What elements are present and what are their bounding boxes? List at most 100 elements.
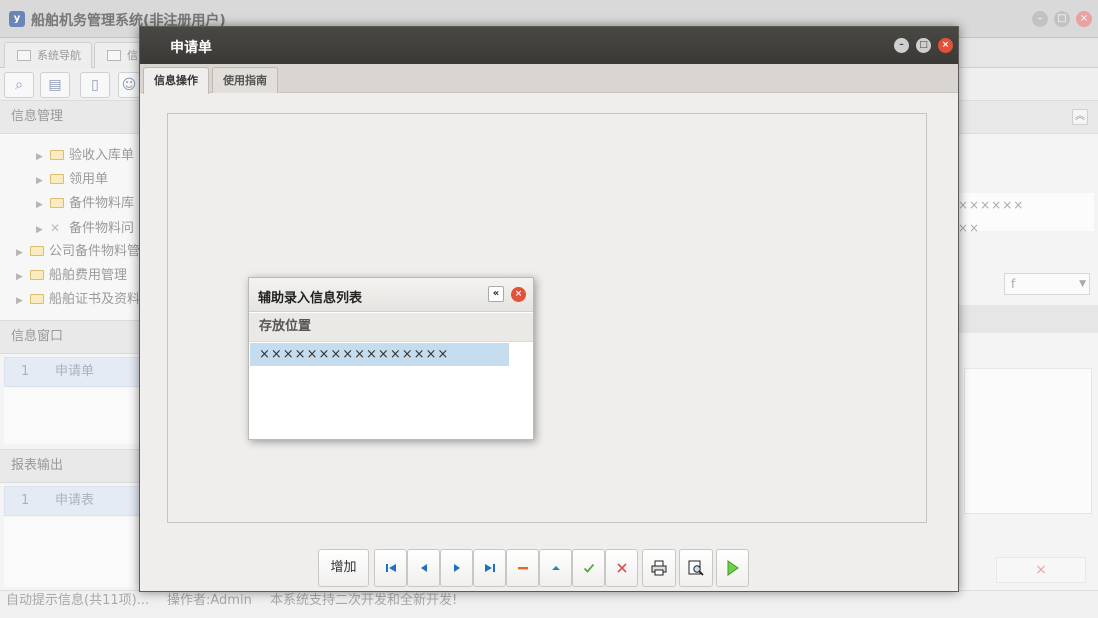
maximize-icon[interactable]: □ <box>916 38 931 53</box>
next-record-icon <box>453 563 460 572</box>
print-button[interactable] <box>642 549 676 587</box>
cancel-button[interactable] <box>605 549 638 587</box>
previous-record-button[interactable] <box>407 549 440 587</box>
status-bar: 自动提示信息(共11项)... 操作者:Admin 本系统支持二次开发和全新开发… <box>0 590 1098 618</box>
assist-input-popup: 辅助录入信息列表 « × 存放位置 ×××××××××××××××× <box>248 277 534 440</box>
tree-item-spare-parts-stock[interactable]: ▶ 备件物料库 <box>36 194 134 214</box>
status-hint[interactable]: 自动提示信息(共11项)... <box>6 591 149 611</box>
close-icon[interactable]: × <box>1076 11 1092 27</box>
popup-header[interactable]: 辅助录入信息列表 « × <box>249 278 533 312</box>
print-icon <box>651 560 667 575</box>
panel-header-info-management[interactable]: 信息管理 <box>0 100 140 134</box>
folder-icon <box>30 246 44 256</box>
cancel-icon <box>616 562 627 573</box>
right-panel-header: ︽ <box>958 100 1098 134</box>
dialog-title-bar[interactable]: 申请单 – □ × <box>140 27 958 64</box>
right-content-box <box>964 368 1092 514</box>
masked-text: ×××××× <box>958 198 1025 212</box>
first-record-button[interactable] <box>374 549 407 587</box>
expand-arrow-icon: ▶ <box>16 296 23 306</box>
minimize-icon[interactable]: – <box>894 38 909 53</box>
row-number: 1 <box>21 493 30 508</box>
tree-item-company-spare-parts[interactable]: ▶ 公司备件物料管 <box>16 242 140 262</box>
next-record-button[interactable] <box>440 549 473 587</box>
list-item[interactable]: 1 申请单 <box>4 357 140 387</box>
run-button[interactable] <box>716 549 749 587</box>
minimize-icon[interactable]: – <box>1032 11 1048 27</box>
dialog-tab-bar: 信息操作 使用指南 <box>140 64 958 94</box>
panel-header-report-output[interactable]: 报表输出 <box>0 449 140 483</box>
panel-header-info-window[interactable]: 信息窗口 <box>0 320 140 354</box>
folder-icon <box>30 270 44 280</box>
document-icon[interactable]: ▯ <box>80 72 110 98</box>
tab-label: 信 <box>127 49 138 62</box>
tab-label: 系统导航 <box>37 49 81 62</box>
list-blank-area <box>4 517 140 587</box>
tab-user-guide[interactable]: 使用指南 <box>212 67 278 93</box>
run-icon <box>727 559 739 576</box>
tab-info-operation[interactable]: 信息操作 <box>143 67 209 94</box>
tree-item-label: 验收入库单 <box>69 148 135 163</box>
tree-item-ship-expenses[interactable]: ▶ 船舶费用管理 <box>16 266 127 286</box>
status-notice: 本系统支持二次开发和全新开发! <box>270 593 458 608</box>
tree-item-label: 备件物料问 <box>69 221 135 236</box>
folder-icon <box>50 150 64 160</box>
row-name: 申请表 <box>55 493 95 508</box>
last-record-icon <box>484 563 495 572</box>
first-record-icon <box>385 563 396 572</box>
tree-item-spare-parts-query[interactable]: ▶ ✕ 备件物料问 <box>36 218 134 238</box>
tree-item-label: 领用单 <box>69 172 109 187</box>
users-icon[interactable]: ☺ <box>118 72 140 98</box>
list-icon[interactable]: ▤ <box>40 72 70 98</box>
folder-icon <box>50 198 64 208</box>
close-icon[interactable]: × <box>511 287 526 302</box>
masked-text: ×× <box>958 221 981 235</box>
previous-record-icon <box>420 563 427 572</box>
tree-item-acceptance[interactable]: ▶ 验收入库单 <box>36 146 134 166</box>
delete-icon <box>517 566 528 569</box>
right-header-strip <box>958 305 1098 333</box>
right-select[interactable]: f ▼ <box>1004 273 1090 295</box>
app-logo-icon: y <box>9 11 25 27</box>
delete-button[interactable] <box>506 549 539 587</box>
right-cancel-button[interactable]: × <box>996 557 1086 583</box>
row-name: 申请单 <box>55 364 95 379</box>
move-up-button[interactable] <box>539 549 572 587</box>
expand-arrow-icon: ▶ <box>16 248 23 258</box>
print-preview-icon <box>688 560 704 576</box>
expand-arrow-icon: ▶ <box>16 272 23 282</box>
monitor-icon <box>17 50 31 61</box>
move-up-icon <box>551 565 560 570</box>
expand-arrow-icon: ▶ <box>36 200 43 210</box>
list-blank-area <box>4 388 140 444</box>
print-preview-button[interactable] <box>679 549 713 587</box>
column-header-storage-location[interactable]: 存放位置 <box>249 313 533 342</box>
expand-arrow-icon: ▶ <box>36 176 43 186</box>
folder-icon <box>50 174 64 184</box>
tree-item-label: 备件物料库 <box>69 196 135 211</box>
popup-title: 辅助录入信息列表 <box>258 291 363 306</box>
expand-arrow-icon: ▶ <box>36 225 43 235</box>
list-item[interactable]: 1 申请表 <box>4 486 140 516</box>
maximize-icon[interactable]: □ <box>1054 11 1070 27</box>
collapse-double-left-icon[interactable]: « <box>488 286 504 302</box>
collapse-up-icon[interactable]: ︽ <box>1072 109 1088 125</box>
last-record-button[interactable] <box>473 549 506 587</box>
select-value: f <box>1011 277 1016 291</box>
tree-item-ship-certificates[interactable]: ▶ 船舶证书及资料 <box>16 290 140 310</box>
add-button[interactable]: 增加 <box>318 549 369 587</box>
confirm-icon <box>583 563 594 573</box>
dialog-title: 申请单 <box>170 40 212 56</box>
close-icon[interactable]: × <box>938 38 953 53</box>
list-item[interactable]: ×××××××××××××××× <box>250 343 509 366</box>
tree-item-label: 公司备件物料管 <box>49 244 140 259</box>
tree-item-label: 船舶费用管理 <box>49 268 128 283</box>
expand-arrow-icon: ▶ <box>36 152 43 162</box>
chevron-down-icon: ▼ <box>1079 279 1086 289</box>
confirm-button[interactable] <box>572 549 605 587</box>
tree-item-requisition[interactable]: ▶ 领用单 <box>36 170 108 190</box>
tab-system-navigation[interactable]: 系统导航 <box>4 42 92 68</box>
tools-icon: ✕ <box>50 221 61 235</box>
search-icon[interactable]: ⌕ <box>4 72 34 98</box>
row-number: 1 <box>21 364 30 379</box>
